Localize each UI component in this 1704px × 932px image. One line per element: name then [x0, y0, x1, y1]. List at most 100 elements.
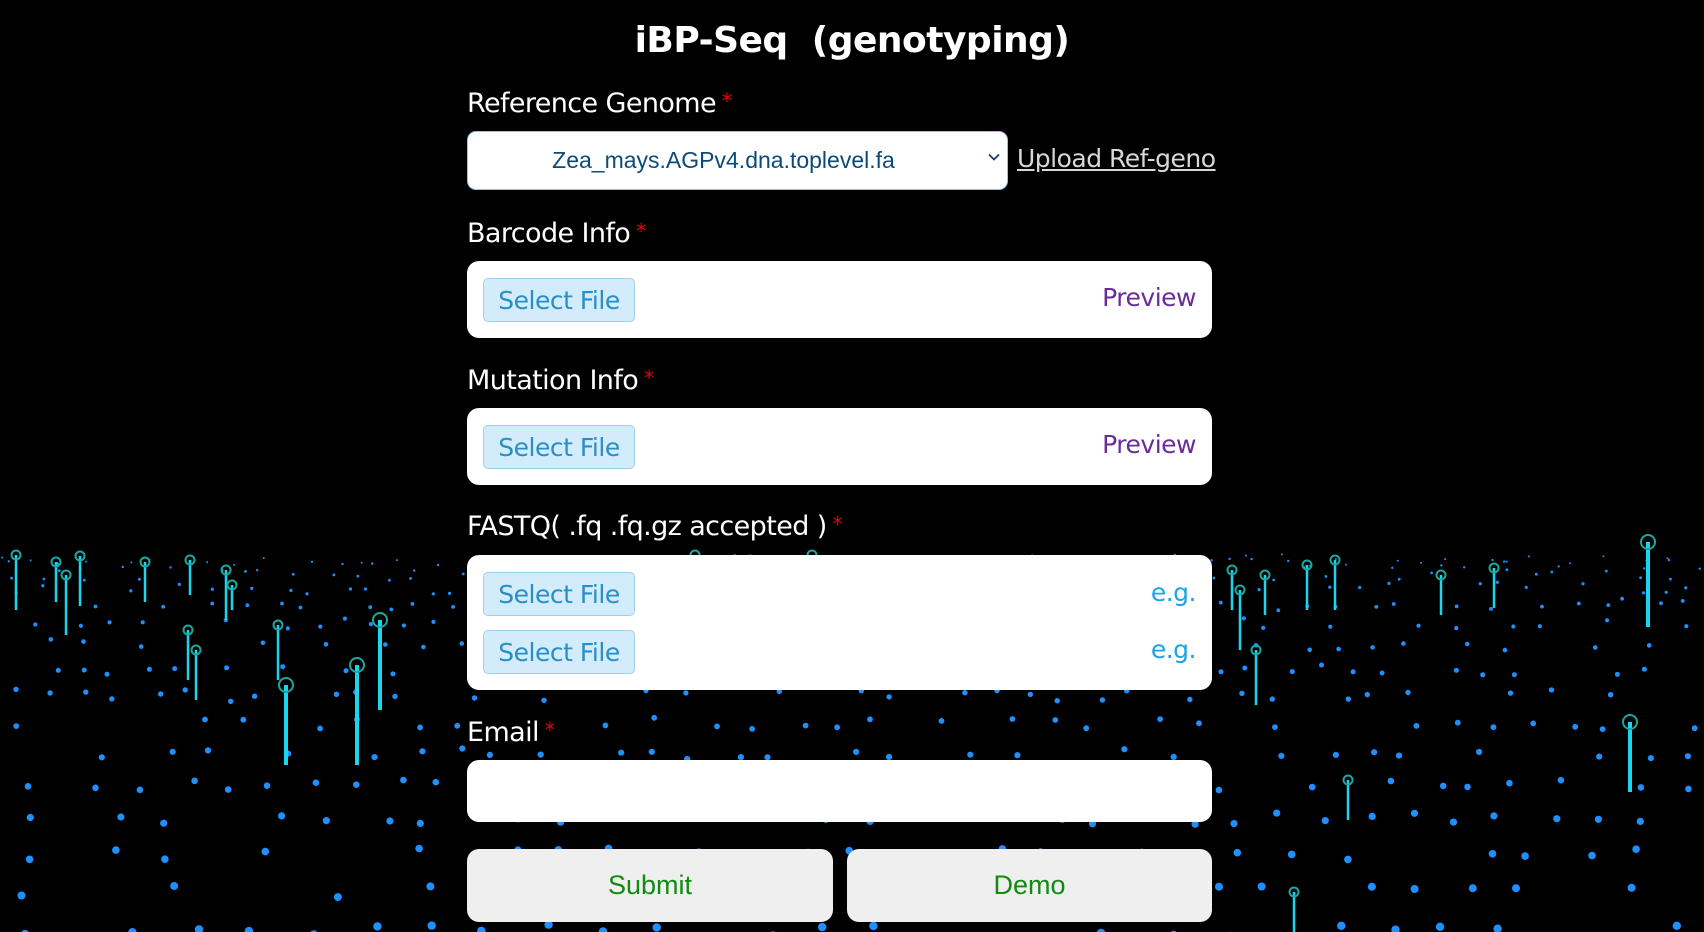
particle-dot	[109, 696, 115, 702]
particle-pin	[272, 619, 284, 680]
particle-dot	[1512, 884, 1520, 893]
particle-dot	[1308, 783, 1316, 791]
particle-dot	[41, 584, 45, 588]
submit-button[interactable]: Submit	[467, 849, 833, 922]
particle-dot	[1627, 883, 1636, 892]
particle-dot	[1371, 749, 1378, 756]
fastq-read1-example-link[interactable]: e.g.	[1151, 578, 1197, 607]
particle-dot	[1387, 581, 1391, 586]
particle-dot	[1395, 752, 1403, 759]
particle-dot	[360, 561, 363, 564]
particle-dot	[1391, 925, 1400, 932]
particle-dot	[1439, 782, 1447, 790]
particle-dot	[1272, 724, 1278, 730]
particle-dot	[262, 557, 265, 559]
particle-dot	[194, 925, 204, 932]
particle-pin	[60, 569, 72, 635]
particle-dot	[250, 586, 254, 591]
particle-pin	[139, 556, 151, 602]
required-marker: *	[644, 366, 654, 390]
particle-dot	[1410, 885, 1419, 893]
particle-dot	[10, 576, 14, 580]
particle-dot	[25, 855, 34, 864]
particle-dot	[1410, 809, 1419, 817]
particle-dot	[1379, 670, 1385, 676]
email-input[interactable]	[467, 760, 1212, 822]
particle-dot	[1606, 603, 1611, 607]
particle-dot	[169, 748, 176, 755]
particle-dot	[1478, 582, 1482, 586]
particle-dot	[383, 642, 388, 647]
particle-dot	[602, 722, 609, 729]
particle-dot	[1490, 812, 1498, 820]
particle-dot	[1454, 719, 1461, 726]
particle-dot	[436, 563, 440, 567]
particle-dot	[244, 570, 247, 573]
particle-dot	[1602, 555, 1605, 558]
particle-dot	[426, 882, 435, 891]
reference-genome-select[interactable]: Zea_mays.AGPv4.dna.toplevel.fa	[467, 131, 1008, 190]
particle-dot	[140, 620, 145, 625]
particle-dot	[1540, 604, 1544, 609]
fastq-label-text: FASTQ( .fq .fq.gz accepted )	[467, 511, 827, 542]
particle-dot	[1334, 558, 1337, 560]
upload-ref-geno-link[interactable]: Upload Ref-geno	[1017, 144, 1216, 173]
particle-dot	[1480, 672, 1486, 678]
particle-dot	[1643, 567, 1646, 570]
particle-dot	[1493, 924, 1502, 932]
particle-dot	[1527, 555, 1530, 558]
particle-dot	[1614, 671, 1620, 677]
particle-dot	[1440, 564, 1443, 567]
mutation-select-file-button[interactable]: Select File	[483, 425, 635, 469]
email-label-text: Email	[467, 717, 540, 748]
particle-dot	[1269, 696, 1276, 702]
particle-dot	[1233, 848, 1242, 857]
particle-dot	[1239, 690, 1245, 696]
particle-dot	[371, 754, 378, 761]
particle-dot	[1261, 625, 1266, 631]
particle-dot	[1604, 618, 1610, 623]
particle-dot	[1324, 575, 1328, 578]
particle-dot	[1594, 815, 1602, 823]
particle-dot	[867, 716, 873, 723]
particle-dot	[121, 565, 125, 569]
particle-dot	[1, 556, 4, 559]
particle-dot	[886, 694, 892, 700]
fastq-read2-select-file-button[interactable]: Select File	[483, 630, 635, 674]
barcode-select-file-button[interactable]: Select File	[483, 278, 635, 322]
fastq-read1-select-file-button[interactable]: Select File	[483, 572, 635, 616]
particle-dot	[1511, 672, 1517, 678]
particle-dot	[1489, 607, 1493, 611]
particle-dot	[280, 601, 284, 606]
particle-dot	[1576, 601, 1581, 606]
particle-dot	[410, 602, 415, 606]
particle-dot	[353, 781, 360, 788]
particle-dot	[48, 637, 54, 642]
reference-genome-selected-value: Zea_mays.AGPv4.dna.toplevel.fa	[552, 147, 895, 173]
particle-dot	[853, 748, 860, 756]
particle-dot	[648, 748, 655, 755]
particle-dot	[341, 562, 344, 566]
particle-dot	[348, 587, 353, 591]
particle-dot	[461, 572, 465, 576]
particle-dot	[1391, 566, 1394, 570]
particle-dot	[83, 689, 89, 695]
mutation-preview-link[interactable]: Preview	[1102, 430, 1196, 459]
particle-dot	[1272, 578, 1276, 582]
particle-pin	[1250, 644, 1262, 705]
barcode-preview-link[interactable]: Preview	[1102, 283, 1196, 312]
particle-dot	[652, 923, 661, 932]
particle-dot	[714, 723, 720, 730]
particle-dot	[1639, 576, 1642, 580]
particle-dot	[1511, 624, 1516, 629]
page-title: iBP-Seq (genotyping)	[634, 20, 1070, 61]
demo-button[interactable]: Demo	[847, 849, 1212, 922]
particle-dot	[172, 666, 178, 672]
particle-dot	[1345, 563, 1347, 566]
particle-dot	[1083, 725, 1090, 732]
particle-dot	[1464, 783, 1471, 791]
particle-dot	[363, 587, 367, 591]
reference-genome-label-text: Reference Genome	[467, 88, 717, 119]
particle-dot	[1187, 696, 1193, 703]
fastq-read2-example-link[interactable]: e.g.	[1151, 635, 1197, 664]
